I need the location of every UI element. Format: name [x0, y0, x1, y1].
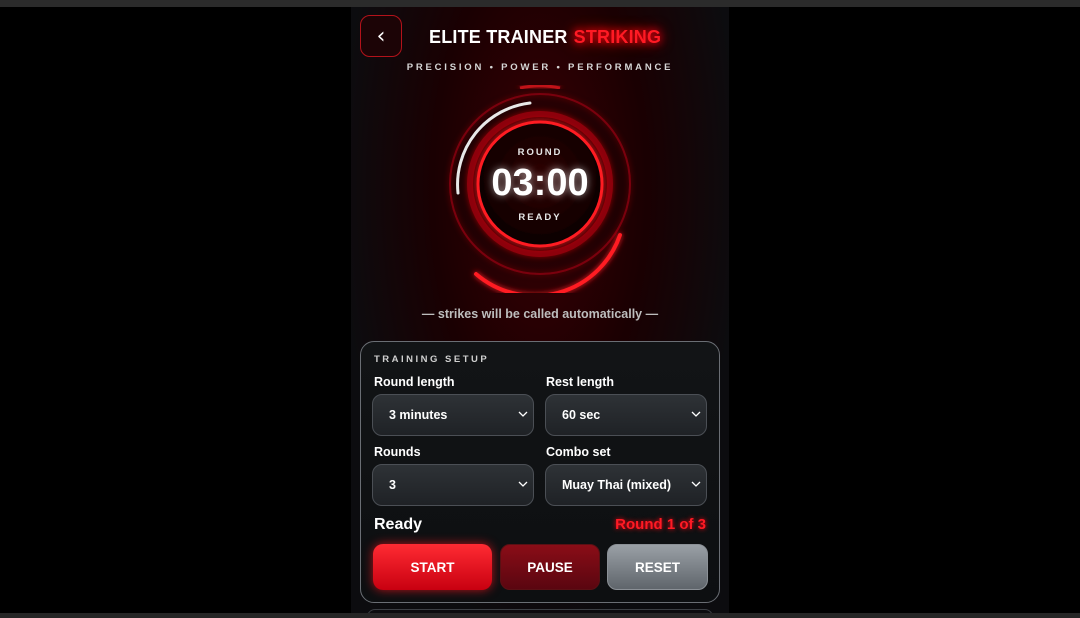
round-length-value: 3 minutes [389, 408, 448, 422]
reset-button[interactable]: RESET [607, 544, 708, 590]
combo-set-label: Combo set [546, 445, 611, 459]
timer-state-label: READY [518, 212, 562, 223]
chevron-down-icon [691, 481, 701, 487]
back-button[interactable]: ‹ [360, 15, 402, 57]
chevron-down-icon [518, 411, 528, 417]
rest-length-value: 60 sec [562, 408, 601, 422]
rounds-label: Rounds [374, 445, 421, 459]
combo-set-select[interactable]: Muay Thai (mixed) [545, 464, 707, 506]
chevron-left-icon: ‹ [376, 23, 386, 49]
chevron-down-icon [518, 481, 528, 487]
rest-length-label: Rest length [546, 375, 615, 389]
rest-length-select[interactable]: 60 sec [545, 394, 707, 436]
round-length-select[interactable]: 3 minutes [372, 394, 534, 436]
pause-button[interactable]: PAUSE [500, 544, 600, 590]
start-button[interactable]: START [373, 544, 492, 590]
rounds-select[interactable]: 3 [372, 464, 534, 506]
round-counter: Round 1 of 3 [615, 516, 706, 533]
status-text: Ready [374, 516, 423, 533]
training-setup-panel: TRAINING SETUP Round length 3 minutes Re… [360, 341, 720, 603]
tagline: PRECISION • POWER • PERFORMANCE [406, 62, 674, 73]
timer-display: 03:00 [491, 162, 589, 204]
screen-bottom-bar [0, 613, 1080, 618]
app-window: ‹ ELITE TRAINER STRIKING PRECISION • POWE… [351, 7, 729, 613]
page-title: ELITE TRAINER STRIKING [429, 27, 661, 48]
screen-top-bar [0, 0, 1080, 7]
auto-call-hint: — strikes will be called automatically — [421, 307, 659, 321]
timer-round-label: ROUND [517, 147, 563, 158]
title-accent: STRIKING [573, 27, 662, 47]
panel-title: TRAINING SETUP [374, 354, 490, 365]
round-length-label: Round length [374, 375, 455, 389]
chevron-down-icon [691, 411, 701, 417]
combo-set-value: Muay Thai (mixed) [562, 478, 672, 492]
rounds-value: 3 [389, 478, 396, 492]
title-main: ELITE TRAINER [429, 27, 568, 47]
